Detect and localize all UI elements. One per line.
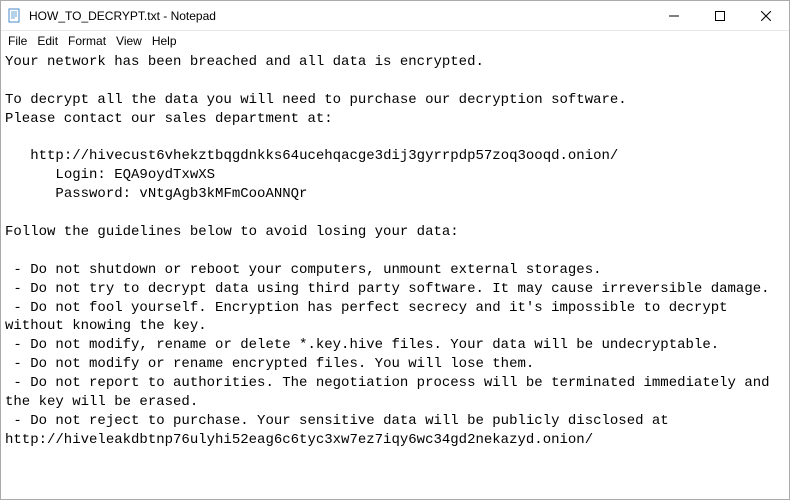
- notepad-icon: [1, 2, 29, 30]
- menu-format[interactable]: Format: [63, 34, 111, 48]
- text-area[interactable]: Your network has been breached and all d…: [1, 51, 789, 499]
- close-button[interactable]: [743, 1, 789, 30]
- menu-edit[interactable]: Edit: [32, 34, 63, 48]
- menu-help[interactable]: Help: [147, 34, 182, 48]
- menu-file[interactable]: File: [3, 34, 32, 48]
- minimize-button[interactable]: [651, 1, 697, 30]
- window-controls: [651, 1, 789, 30]
- menubar: File Edit Format View Help: [1, 31, 789, 51]
- menu-view[interactable]: View: [111, 34, 147, 48]
- titlebar: HOW_TO_DECRYPT.txt - Notepad: [1, 1, 789, 31]
- maximize-button[interactable]: [697, 1, 743, 30]
- window-title: HOW_TO_DECRYPT.txt - Notepad: [29, 9, 651, 23]
